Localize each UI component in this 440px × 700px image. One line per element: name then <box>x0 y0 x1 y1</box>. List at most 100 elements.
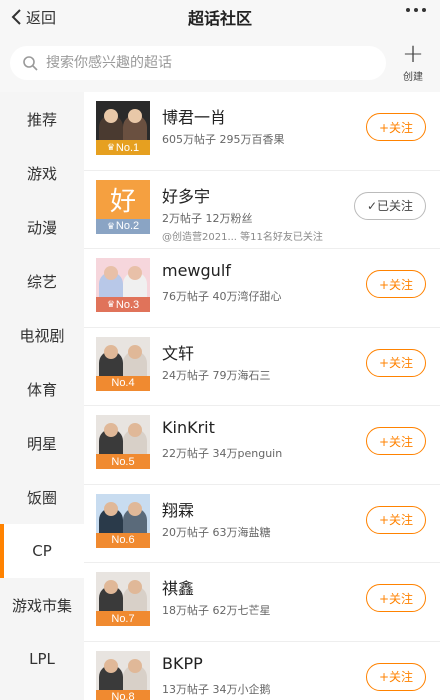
sidebar-item-games[interactable]: 游戏 <box>0 146 84 200</box>
person-figure <box>128 344 142 359</box>
plus-icon: + <box>402 39 424 69</box>
sidebar-item-anime[interactable]: 动漫 <box>0 200 84 254</box>
more-dots-icon[interactable] <box>406 8 426 12</box>
topic-thumbnail: ♛ No.3 <box>96 258 150 312</box>
person-figure <box>104 580 118 594</box>
sidebar-item-label: 饭圈 <box>26 488 57 507</box>
person-figure <box>104 658 118 673</box>
back-button[interactable]: 返回 <box>10 5 56 29</box>
top-nav-bar: 返回 超话社区 <box>0 0 440 34</box>
sidebar-item-recommend[interactable]: 推荐 <box>0 92 84 146</box>
rank-label: No.6 <box>111 534 135 546</box>
topic-list: ♛ No.1 博君一肖 605万帖子 295万百香果 +关注好 ♛ No.2 好多宇 2万帖子 … <box>84 92 440 700</box>
person-figure <box>104 344 118 359</box>
list-item[interactable]: No.4 文轩 24万帖子 79万海石三 +关注 <box>84 328 440 406</box>
list-item[interactable]: No.8 BKPP 13万帖子 34万小企鹅 +关注 <box>84 642 440 700</box>
badge-glyph: 好 <box>109 186 136 217</box>
sidebar-item-label: 综艺 <box>26 272 57 291</box>
topic-thumbnail: No.8 <box>96 650 150 700</box>
friends-followed-note: @创造营2021... 等11名好友已关注 <box>162 231 323 243</box>
topic-thumbnail: 好 ♛ No.2 <box>96 179 150 234</box>
topic-stats: 22万帖子 34万penguin <box>162 447 283 460</box>
sidebar-item-label: 明星 <box>26 434 57 453</box>
person-figure <box>128 658 142 673</box>
sidebar-item-cp[interactable]: CP <box>0 524 84 578</box>
search-icon <box>23 56 38 71</box>
list-item[interactable]: ♛ No.1 博君一肖 605万帖子 295万百香果 +关注 <box>84 92 440 171</box>
person-figure <box>128 423 142 437</box>
topic-name: 翔霖 <box>162 500 195 520</box>
topic-stats: 24万帖子 79万海石三 <box>162 368 271 382</box>
topic-thumbnail: No.6 <box>96 493 150 548</box>
list-item[interactable]: No.5 KinKrit 22万帖子 34万penguin +关注 <box>84 406 440 485</box>
topic-thumbnail: No.4 <box>96 336 150 391</box>
person-figure <box>128 501 142 516</box>
back-label: 返回 <box>26 8 57 27</box>
topic-name: 文轩 <box>162 343 195 363</box>
sidebar-item-label: 动漫 <box>26 218 57 237</box>
person-figure <box>128 580 142 594</box>
sidebar-item-variety[interactable]: 综艺 <box>0 254 84 308</box>
rank-label: No.4 <box>111 377 135 389</box>
search-box[interactable] <box>10 46 386 80</box>
topic-name: BKPP <box>162 653 203 673</box>
create-button[interactable]: + 创建 <box>396 39 430 86</box>
follow-button[interactable]: +关注 <box>366 662 426 691</box>
topic-stats: 605万帖子 295万百香果 <box>162 133 285 146</box>
crown-icon: ♛ <box>106 299 115 309</box>
crown-icon: ♛ <box>106 220 115 231</box>
rank-label: No.7 <box>111 612 135 625</box>
followed-button[interactable]: ✓已关注 <box>354 191 426 220</box>
topic-stats: 13万帖子 34万小企鹅 <box>162 682 271 696</box>
list-item[interactable]: 好 ♛ No.2 好多宇 2万帖子 12万粉丝 @创造营2021... 等11名好友已关注… <box>84 171 440 249</box>
rank-badge: ♛ No.2 <box>96 218 150 234</box>
sidebar-item-label: 游戏 <box>26 164 57 183</box>
topic-stats: 18万帖子 62万七芒星 <box>162 604 271 617</box>
sidebar-item-label: CP <box>32 542 52 560</box>
sidebar-item-label: LPL <box>29 650 55 668</box>
rank-badge: ♛ No.1 <box>96 140 150 155</box>
topic-thumbnail: No.7 <box>96 572 150 626</box>
sidebar-item-label: 游戏市集 <box>11 596 72 615</box>
topic-thumbnail: ♛ No.1 <box>96 101 150 155</box>
list-item[interactable]: No.7 祺鑫 18万帖子 62万七芒星 +关注 <box>84 563 440 642</box>
sidebar-item-label: 推荐 <box>26 110 57 129</box>
list-item[interactable]: No.6 翔霖 20万帖子 63万海盐糖 +关注 <box>84 485 440 563</box>
topic-name: mewgulf <box>162 261 231 280</box>
search-input[interactable] <box>46 55 366 71</box>
rank-badge: No.6 <box>96 532 150 548</box>
rank-badge: No.5 <box>96 454 150 469</box>
person-figure <box>128 109 142 123</box>
follow-button[interactable]: +关注 <box>366 427 426 455</box>
topic-stats: 76万帖子 40万湾仔甜心 <box>162 290 282 303</box>
sidebar-item-tv[interactable]: 电视剧 <box>0 308 84 362</box>
sidebar-item-game-market[interactable]: 游戏市集 <box>0 578 84 632</box>
sidebar-item-sports[interactable]: 体育 <box>0 362 84 416</box>
rank-badge: No.4 <box>96 375 150 391</box>
category-sidebar: 推荐 游戏 动漫 综艺 电视剧 体育 明星 饭圈 CP 游戏市集 LPL <box>0 92 84 700</box>
follow-button[interactable]: +关注 <box>366 505 426 534</box>
sidebar-item-fandom[interactable]: 饭圈 <box>0 470 84 524</box>
topic-name: 好多宇 <box>162 186 211 206</box>
person-figure <box>104 266 118 280</box>
sidebar-item-stars[interactable]: 明星 <box>0 416 84 470</box>
follow-button[interactable]: +关注 <box>366 270 426 298</box>
sidebar-item-label: 电视剧 <box>19 326 65 345</box>
follow-button[interactable]: +关注 <box>366 584 426 612</box>
person-figure <box>128 266 142 280</box>
topic-stats: 2万帖子 12万粉丝 <box>162 211 253 225</box>
rank-label: No.5 <box>111 455 135 468</box>
chevron-left-icon <box>11 9 21 25</box>
person-figure <box>104 109 118 123</box>
page-title: 超话社区 <box>187 9 252 28</box>
crown-icon: ♛ <box>106 142 115 152</box>
list-item[interactable]: ♛ No.3 mewgulf 76万帖子 40万湾仔甜心 +关注 <box>84 249 440 328</box>
rank-label: No.1 <box>115 141 140 154</box>
follow-button[interactable]: +关注 <box>366 348 426 377</box>
search-row: + 创建 <box>0 34 440 92</box>
follow-button[interactable]: +关注 <box>366 113 426 141</box>
rank-label: No.8 <box>111 691 135 700</box>
rank-badge: No.8 <box>96 689 150 700</box>
sidebar-item-lpl[interactable]: LPL <box>0 632 84 686</box>
topic-stats: 20万帖子 63万海盐糖 <box>162 525 271 539</box>
